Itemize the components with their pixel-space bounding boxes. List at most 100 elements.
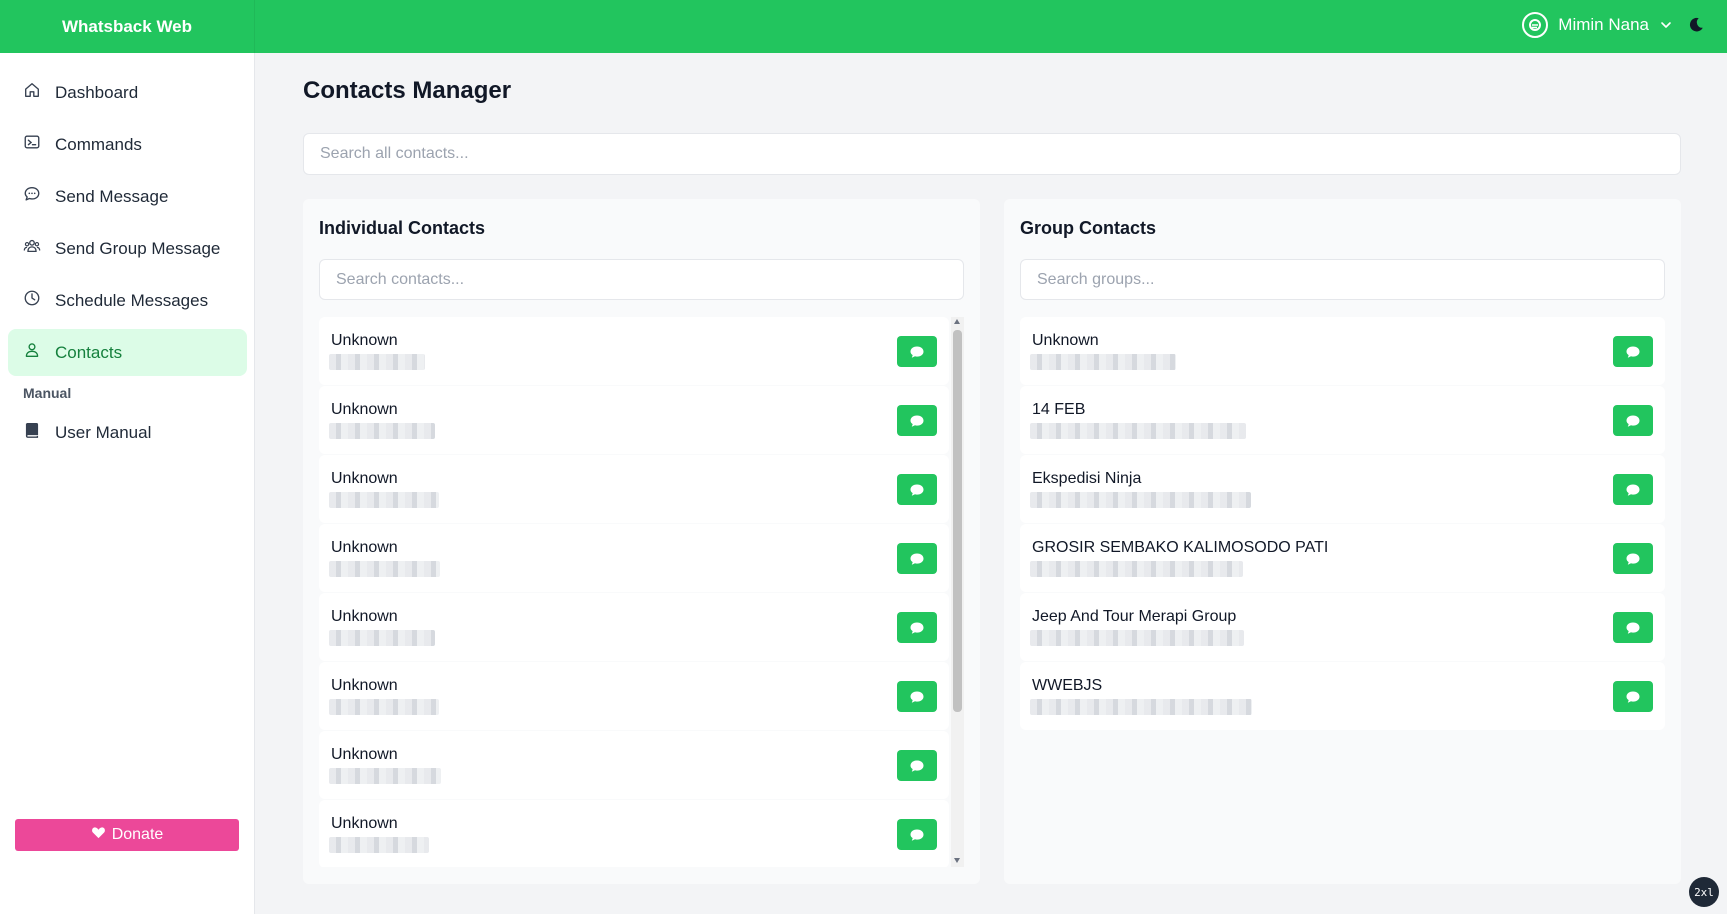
send-message-button[interactable] — [897, 750, 937, 781]
send-message-button[interactable] — [897, 336, 937, 367]
page-title: Contacts Manager — [303, 77, 512, 104]
redacted-contact-id — [1030, 354, 1176, 370]
send-message-button[interactable] — [897, 405, 937, 436]
contact-row[interactable]: Jeep And Tour Merapi Group — [1020, 593, 1665, 661]
app-title[interactable]: Whatsback Web — [0, 0, 255, 53]
contact-name: Unknown — [331, 608, 398, 625]
send-message-button[interactable] — [897, 543, 937, 574]
sidebar-item-label: Send Message — [55, 186, 169, 206]
contact-name: WWEBJS — [1032, 677, 1103, 694]
redacted-contact-id — [329, 492, 439, 508]
users-icon — [23, 237, 41, 260]
sidebar-section-label: Manual — [23, 385, 72, 401]
contact-name: Ekspedisi Ninja — [1032, 470, 1142, 487]
message-icon — [910, 553, 924, 565]
scroll-down-arrow-icon[interactable] — [954, 858, 960, 863]
contact-name: Unknown — [1032, 332, 1099, 349]
contacts-scrollbar[interactable] — [951, 317, 964, 867]
user-avatar-icon — [1522, 12, 1549, 38]
sidebar-item-label: User Manual — [55, 422, 152, 442]
group-contacts-list[interactable]: WWEBJS Jeep And Tour Merapi Group GROSIR S… — [1020, 317, 1665, 867]
contact-row[interactable]: Unknown — [1020, 317, 1665, 385]
contact-row[interactable]: Ekspedisi Ninja — [1020, 455, 1665, 523]
breakpoint-badge: 2xl — [1689, 877, 1719, 907]
message-icon — [910, 691, 924, 703]
send-message-button[interactable] — [897, 474, 937, 505]
contact-name: Unknown — [331, 401, 398, 418]
message-icon — [910, 415, 924, 427]
redacted-contact-id — [329, 699, 439, 715]
contact-row[interactable]: Unknown — [319, 593, 949, 661]
sidebar-item-label: Contacts — [55, 342, 123, 362]
contact-name: GROSIR SEMBAKO KALIMOSODO PATI — [1032, 539, 1329, 556]
contact-row[interactable]: Unknown — [319, 524, 949, 592]
sidebar-item-label: Commands — [55, 134, 142, 154]
contact-name: 14 FEB — [1032, 401, 1086, 418]
scrollbar-thumb[interactable] — [953, 330, 962, 712]
contact-row[interactable]: Unknown — [319, 455, 949, 523]
contact-row[interactable]: WWEBJS — [1020, 662, 1665, 730]
home-icon — [23, 81, 41, 104]
search-all-contacts-input[interactable] — [303, 133, 1681, 175]
send-message-button[interactable] — [1613, 543, 1653, 574]
message-icon — [1626, 622, 1640, 634]
send-message-button[interactable] — [897, 819, 937, 850]
group-contacts-title: Group Contacts — [1020, 218, 1157, 238]
group-contacts-panel: Group Contacts WWEBJS Jeep And Tour Merap… — [1004, 199, 1681, 884]
user-menu[interactable]: Mimin Nana — [1522, 10, 1673, 40]
sidebar-item-user-manual[interactable]: User Manual — [8, 409, 247, 456]
sidebar-item-dashboard[interactable]: Dashboard — [8, 69, 247, 116]
sidebar-item-contacts[interactable]: Contacts — [8, 329, 247, 376]
search-contacts-input[interactable] — [319, 259, 964, 300]
contact-row[interactable]: Unknown — [319, 386, 949, 454]
redacted-contact-id — [1030, 699, 1252, 715]
redacted-contact-id — [329, 837, 429, 853]
send-message-button[interactable] — [1613, 474, 1653, 505]
search-groups-input[interactable] — [1020, 259, 1665, 300]
scroll-up-arrow-icon[interactable] — [954, 319, 960, 324]
contact-name: Unknown — [331, 470, 398, 487]
contact-row[interactable]: Unknown — [319, 731, 949, 799]
sidebar-item-send-group-message[interactable]: Send Group Message — [8, 225, 247, 272]
sidebar-item-label: Schedule Messages — [55, 290, 209, 310]
chat-icon — [23, 185, 41, 208]
contact-row[interactable]: Unknown — [319, 317, 949, 385]
contact-row[interactable]: 14 FEB — [1020, 386, 1665, 454]
send-message-button[interactable] — [897, 681, 937, 712]
chevron-down-icon — [1659, 18, 1673, 32]
send-message-button[interactable] — [1613, 405, 1653, 436]
terminal-icon — [23, 133, 41, 156]
send-message-button[interactable] — [1613, 336, 1653, 367]
redacted-contact-id — [1030, 423, 1246, 439]
message-icon — [910, 484, 924, 496]
message-icon — [910, 346, 924, 358]
sidebar-item-schedule-messages[interactable]: Schedule Messages — [8, 277, 247, 324]
contact-row[interactable]: Unknown — [319, 662, 949, 730]
send-message-button[interactable] — [897, 612, 937, 643]
sidebar-item-send-message[interactable]: Send Message — [8, 173, 247, 220]
clock-icon — [23, 289, 41, 312]
contact-row[interactable]: GROSIR SEMBAKO KALIMOSODO PATI — [1020, 524, 1665, 592]
message-icon — [1626, 553, 1640, 565]
individual-contacts-list[interactable]: Unknown Unknown Unknown Unknown Unknown Unkno… — [319, 317, 964, 867]
theme-toggle-moon-icon[interactable] — [1685, 14, 1707, 36]
user-name: Mimin Nana — [1558, 15, 1649, 34]
donate-button[interactable]: Donate — [15, 819, 239, 851]
send-message-button[interactable] — [1613, 681, 1653, 712]
message-icon — [1626, 346, 1640, 358]
top-bar: Whatsback Web Mimin Nana — [0, 0, 1727, 53]
redacted-contact-id — [329, 423, 435, 439]
donate-label: Donate — [111, 826, 164, 843]
contact-name: Jeep And Tour Merapi Group — [1032, 608, 1237, 625]
sidebar-item-commands[interactable]: Commands — [8, 121, 247, 168]
contact-name: Unknown — [331, 332, 398, 349]
contact-name: Unknown — [331, 815, 398, 832]
contact-name: Unknown — [331, 539, 398, 556]
contact-name: Unknown — [331, 677, 398, 694]
heart-icon — [91, 825, 106, 845]
send-message-button[interactable] — [1613, 612, 1653, 643]
message-icon — [1626, 484, 1640, 496]
redacted-contact-id — [329, 768, 441, 784]
contact-name: Unknown — [331, 746, 398, 763]
contact-row[interactable]: Unknown — [319, 800, 949, 867]
